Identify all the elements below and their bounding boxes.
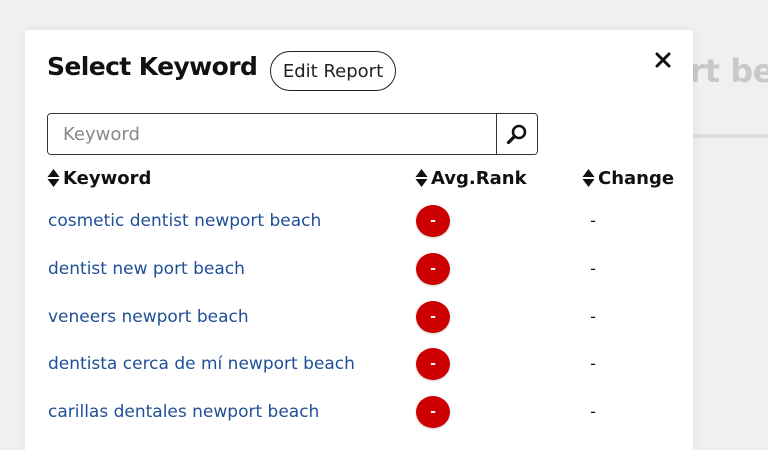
keyword-search [47, 113, 538, 155]
background-divider [693, 134, 768, 138]
close-icon [655, 52, 671, 68]
change-value: - [590, 211, 596, 230]
avg-rank-badge: - [416, 396, 450, 428]
column-header-change[interactable]: Change [582, 166, 674, 190]
avg-rank-badge: - [416, 205, 450, 237]
sort-icon [47, 169, 60, 187]
select-keyword-modal: Select Keyword Edit Report Keyword Avg.R… [25, 30, 693, 450]
column-header-avg-rank-label: Avg.Rank [431, 167, 527, 189]
keyword-link[interactable]: cosmetic dentist newport beach [48, 203, 321, 239]
keyword-link[interactable]: dentista cerca de mí newport beach [48, 346, 355, 382]
column-header-keyword[interactable]: Keyword [47, 166, 151, 190]
change-value: - [590, 402, 596, 421]
avg-rank-badge: - [416, 253, 450, 285]
change-value: - [590, 354, 596, 373]
search-icon [506, 124, 527, 145]
table-row: carillas dentales newport beach - - [25, 394, 693, 442]
column-header-avg-rank[interactable]: Avg.Rank [415, 166, 527, 190]
change-value: - [590, 259, 596, 278]
avg-rank-badge: - [416, 348, 450, 380]
column-header-change-label: Change [598, 167, 675, 189]
column-header-keyword-label: Keyword [63, 167, 152, 189]
modal-title: Select Keyword [47, 52, 258, 81]
keyword-link[interactable]: carillas dentales newport beach [48, 394, 319, 430]
keyword-link[interactable]: veneers newport beach [48, 299, 249, 335]
close-button[interactable] [651, 48, 675, 72]
sort-icon [582, 169, 595, 187]
keyword-link[interactable]: dentist new port beach [48, 251, 245, 287]
table-row: cosmetic dentist newport beach - - [25, 203, 693, 251]
change-value: - [590, 307, 596, 326]
sort-icon [415, 169, 428, 187]
keyword-search-input[interactable] [48, 114, 496, 154]
edit-report-button[interactable]: Edit Report [270, 51, 396, 91]
table-row: veneers newport beach - - [25, 299, 693, 347]
avg-rank-badge: - [416, 301, 450, 333]
search-button[interactable] [496, 114, 537, 154]
table-row: dentista cerca de mí newport beach - - [25, 346, 693, 394]
table-row: dentist new port beach - - [25, 251, 693, 299]
